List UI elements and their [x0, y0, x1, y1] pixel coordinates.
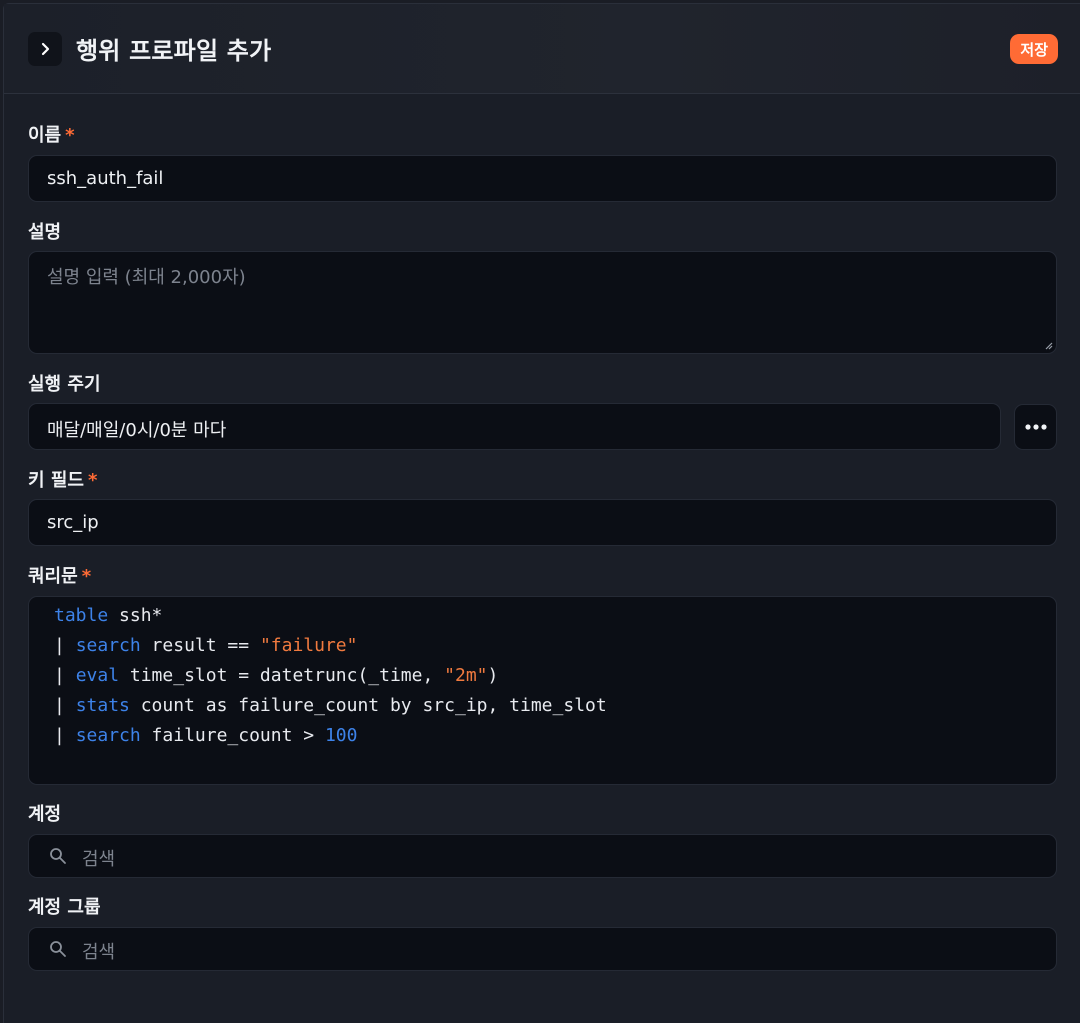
query-token-kw: eval	[75, 665, 120, 686]
query-token: result ==	[140, 635, 260, 656]
account-group-search-input[interactable]: 검색	[28, 927, 1057, 971]
schedule-label: 실행 주기	[28, 374, 101, 395]
query-label: 쿼리문 *	[28, 562, 91, 588]
query-label-text: 쿼리문	[28, 566, 78, 587]
resize-grip-icon[interactable]	[1043, 340, 1053, 350]
query-token: |	[54, 665, 76, 686]
description-textarea[interactable]: 설명 입력 (최대 2,000자)	[28, 251, 1057, 354]
schedule-value: 매달/매일/0시/0분 마다	[47, 420, 227, 441]
account-group-search-placeholder: 검색	[82, 942, 116, 963]
query-token-kw: search	[75, 635, 141, 656]
query-token-kw: table	[54, 605, 109, 626]
account-search-input[interactable]: 검색	[28, 834, 1057, 878]
required-mark: *	[87, 470, 98, 491]
query-token-num: 100	[324, 725, 358, 746]
more-horizontal-icon	[1024, 424, 1047, 430]
query-token-kw: stats	[75, 695, 130, 716]
query-token: failure_count >	[140, 725, 325, 746]
key-field-value: src_ip	[47, 512, 99, 533]
search-icon	[50, 941, 66, 957]
profile-form-panel: 행위 프로파일 추가 저장 이름 * ssh_auth_fail 설명 설명 입력…	[3, 3, 1080, 1023]
required-mark: *	[65, 125, 75, 146]
query-token: )	[487, 665, 499, 686]
required-mark: *	[81, 566, 92, 587]
description-label: 설명	[28, 222, 62, 243]
schedule-input[interactable]: 매달/매일/0시/0분 마다	[28, 403, 1001, 450]
query-editor[interactable]: table ssh* | search result == "failure" | …	[28, 596, 1057, 785]
schedule-more-button[interactable]	[1014, 404, 1057, 450]
query-token: time_slot = datetrunc(_time,	[119, 665, 445, 686]
query-token: count as failure_count by src_ip, time_s…	[129, 695, 607, 716]
description-placeholder: 설명 입력 (최대 2,000자)	[47, 267, 246, 288]
chevron-right-icon	[41, 42, 50, 56]
collapse-panel-button[interactable]	[28, 32, 62, 66]
query-line: | stats count as failure_count by src_ip…	[54, 695, 607, 716]
page-title: 행위 프로파일 추가	[76, 37, 272, 65]
panel-header: 행위 프로파일 추가 저장	[4, 4, 1080, 94]
key-field-label-text: 키 필드	[28, 470, 84, 491]
name-label-text: 이름	[28, 125, 62, 146]
name-input-value: ssh_auth_fail	[47, 168, 164, 189]
query-line: table ssh*	[54, 605, 162, 626]
account-label: 계정	[28, 804, 62, 825]
query-token: |	[54, 695, 76, 716]
query-token: |	[54, 635, 76, 656]
account-search-placeholder: 검색	[82, 849, 116, 870]
name-label: 이름 *	[28, 121, 75, 147]
query-line: | search failure_count > 100	[54, 725, 357, 746]
account-group-label: 계정 그룹	[28, 897, 101, 918]
key-field-label: 키 필드 *	[28, 466, 97, 492]
name-input[interactable]: ssh_auth_fail	[28, 155, 1057, 202]
query-line: | search result == "failure"	[54, 635, 357, 656]
save-button[interactable]: 저장	[1010, 34, 1058, 64]
key-field-input[interactable]: src_ip	[28, 499, 1057, 546]
query-token: |	[54, 725, 76, 746]
query-token-str: "failure"	[259, 635, 358, 656]
query-line: | eval time_slot = datetrunc(_time, "2m"…	[54, 665, 498, 686]
query-token: ssh*	[108, 605, 163, 626]
query-token-kw: search	[75, 725, 141, 746]
search-icon	[50, 848, 66, 864]
query-token-str: "2m"	[444, 665, 488, 686]
